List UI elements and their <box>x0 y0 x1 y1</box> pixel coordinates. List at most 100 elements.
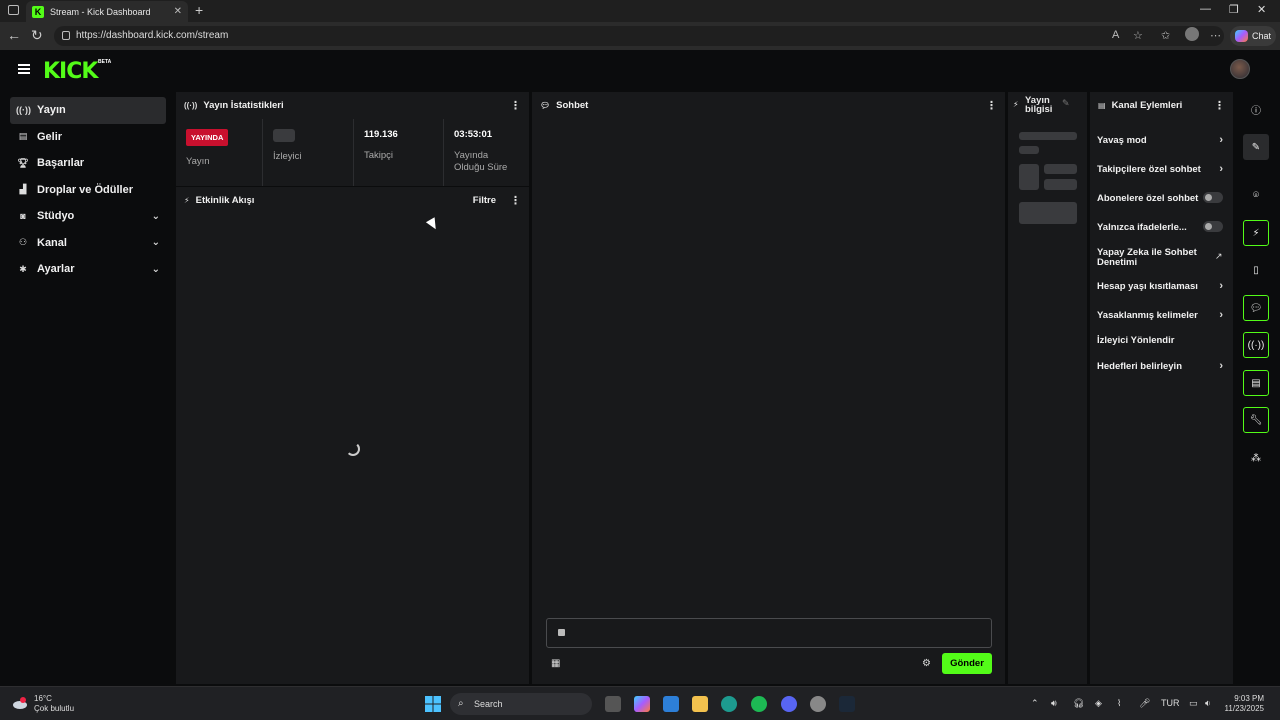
favorite-star-icon[interactable]: ☆ <box>1133 29 1143 42</box>
url-field[interactable]: https://dashboard.kick.com/stream <box>54 26 1224 46</box>
action-slow-mode[interactable]: Yavaş mod › <box>1097 135 1225 146</box>
sidebar-item-droplar[interactable]: ▟ Droplar ve Ödüller <box>10 177 166 204</box>
beta-badge: BETA <box>98 59 112 65</box>
emotes-only-toggle[interactable] <box>1203 221 1223 232</box>
chat-input[interactable] <box>546 618 992 648</box>
window-close-icon[interactable]: ✕ <box>1257 3 1266 16</box>
maximize-icon[interactable]: ❐ <box>1229 3 1239 16</box>
kick-logo[interactable]: KICK <box>43 59 98 84</box>
address-bar: ← ↻ https://dashboard.kick.com/stream A … <box>0 22 1280 50</box>
stats-row: YAYINDA Yayın İzleyici 119.136 Takipçi 0… <box>176 119 529 186</box>
server-icon[interactable]: ▤ <box>1243 370 1269 396</box>
subscribers-only-toggle[interactable] <box>1203 192 1223 203</box>
channel-actions-panel: ▤ Kanal Eylemleri ⋮ <box>1090 92 1233 684</box>
activity-feed-header: ⚡︎ Etkinlik Akışı Filtre ⋮ <box>176 187 529 214</box>
chevron-up-icon[interactable]: ⌃ <box>1031 698 1039 709</box>
sidebar-item-ayarlar[interactable]: ✱ Ayarlar ⌄ <box>10 256 166 283</box>
edge-browser-icon[interactable] <box>721 696 737 712</box>
store-icon[interactable]: ▦ <box>551 658 560 669</box>
edit-icon[interactable]: ✎ <box>1243 134 1269 160</box>
spotify-icon[interactable] <box>751 696 767 712</box>
speaker-icon[interactable]: 🔉︎ <box>1205 698 1211 709</box>
wrench-icon[interactable]: 🔧︎ <box>1243 407 1269 433</box>
new-tab-icon[interactable]: + <box>195 2 203 18</box>
sidebar-item-gelir[interactable]: ▤ Gelir <box>10 124 166 151</box>
search-label: Search <box>474 699 503 709</box>
reload-icon[interactable]: ↻ <box>31 27 43 44</box>
filter-button[interactable]: Filtre <box>473 195 496 206</box>
avatar[interactable] <box>1230 59 1250 79</box>
sidebar-item-basarilar[interactable]: 🏆︎ Başarılar <box>10 150 166 177</box>
more-options-icon[interactable]: ⋮ <box>986 99 997 112</box>
send-button[interactable]: Gönder <box>942 653 992 674</box>
edit-icon[interactable]: ✎ <box>1062 99 1070 108</box>
stat-label: Yayında Olduğu Süre <box>454 150 508 173</box>
gift-icon: ▟ <box>19 184 27 195</box>
sidebar-item-yayin[interactable]: ((·)) Yayın <box>10 97 166 124</box>
action-set-goals[interactable]: Hedefleri belirleyin › <box>1097 361 1225 372</box>
stat-label: İzleyici <box>273 151 302 162</box>
back-icon[interactable]: ← <box>7 27 21 43</box>
more-options-icon[interactable]: ⋯ <box>1210 29 1221 42</box>
favorites-icon[interactable]: ✩ <box>1161 29 1170 42</box>
action-label: Yapay Zeka ile Sohbet Denetimi <box>1097 247 1197 268</box>
integrations-icon[interactable]: ⁂ <box>1243 445 1269 471</box>
lock-icon <box>558 629 565 636</box>
taskbar-search[interactable]: ⌕ Search <box>450 693 592 715</box>
external-link-icon[interactable]: ↗ <box>1215 251 1223 262</box>
language-indicator[interactable]: TUR <box>1161 698 1180 708</box>
network-icon[interactable]: ⌇ <box>1117 698 1121 709</box>
tab-actions-icon[interactable] <box>8 5 19 15</box>
chevron-down-icon: ⌄ <box>151 237 160 249</box>
action-account-age[interactable]: Hesap yaşı kısıtlaması › <box>1097 281 1225 292</box>
steam-tray-icon[interactable]: ◈ <box>1095 698 1102 709</box>
read-aloud-icon[interactable]: A <box>1112 29 1119 41</box>
action-subscribers-only: Abonelere özel sohbet <box>1097 192 1225 204</box>
stream-info-panel: ⚡︎ Yayın bilgisi ✎ <box>1008 92 1087 684</box>
document-icon[interactable]: ▯ <box>1243 257 1269 283</box>
chat-settings-icon[interactable]: ⚙ <box>922 658 931 669</box>
panel-title: Sohbet <box>556 100 589 111</box>
menu-icon[interactable] <box>18 64 30 74</box>
action-ai-moderation[interactable]: Yapay Zeka ile Sohbet Denetimi <box>1097 248 1197 268</box>
store-icon[interactable] <box>663 696 679 712</box>
action-redirect-viewers[interactable]: İzleyici Yönlendir <box>1097 336 1225 346</box>
broadcast-icon[interactable]: ((·)) <box>1243 332 1269 358</box>
task-view-icon[interactable] <box>605 696 621 712</box>
file-explorer-icon[interactable] <box>692 696 708 712</box>
copilot-chat-button[interactable]: Chat <box>1230 26 1276 46</box>
action-followers-only[interactable]: Takipçilere özel sohbet › <box>1097 164 1225 175</box>
live-badge: YAYINDA <box>186 129 229 146</box>
steam-icon[interactable] <box>839 696 855 712</box>
action-banned-words[interactable]: Yasaklanmış kelimeler › <box>1097 310 1225 321</box>
weather-widget[interactable]: 16°C Çok bulutlu <box>12 694 74 714</box>
sidebar-item-kanal[interactable]: ⚇ Kanal ⌄ <box>10 230 166 257</box>
more-options-icon[interactable]: ⋮ <box>510 99 521 112</box>
obs-icon[interactable] <box>810 696 826 712</box>
microphone-icon[interactable]: 🎤︎ <box>1139 698 1150 709</box>
profile-icon[interactable] <box>1185 27 1199 41</box>
minimize-icon[interactable]: — <box>1200 3 1211 15</box>
headphones-icon[interactable]: 🎧︎ <box>1073 698 1084 709</box>
more-options-icon[interactable]: ⋮ <box>510 194 521 207</box>
browser-tab[interactable]: K Stream - Kick Dashboard ✕ <box>26 1 188 22</box>
broadcast-icon: ((·)) <box>184 101 198 110</box>
more-options-icon[interactable]: ⋮ <box>1214 99 1225 112</box>
sidebar-item-studyo[interactable]: ◙ Stüdyo ⌄ <box>10 203 166 230</box>
action-label: Yasaklanmış kelimeler <box>1097 310 1198 321</box>
copilot-icon[interactable] <box>634 696 650 712</box>
display-icon[interactable]: ▭ <box>1189 698 1198 709</box>
clock[interactable]: 9:03 PM 11/23/2025 <box>1222 694 1264 714</box>
close-tab-icon[interactable]: ✕ <box>174 6 182 17</box>
info-icon[interactable]: ⓘ <box>1243 96 1269 122</box>
discord-icon[interactable] <box>781 696 797 712</box>
stat-viewers: İzleyici <box>263 119 354 186</box>
skeleton-line <box>1019 132 1077 140</box>
chat-button-label: Chat <box>1252 31 1272 41</box>
volume-icon[interactable]: 🔊︎ <box>1051 698 1057 709</box>
chat-bubble-icon[interactable]: 💬︎ <box>1243 295 1269 321</box>
windows-start-icon[interactable] <box>425 696 441 712</box>
lightning-icon[interactable]: ⚡︎ <box>1243 220 1269 246</box>
camera-focus-icon[interactable]: ⌾ <box>1243 182 1269 208</box>
sidebar-item-label: Yayın <box>37 104 66 117</box>
